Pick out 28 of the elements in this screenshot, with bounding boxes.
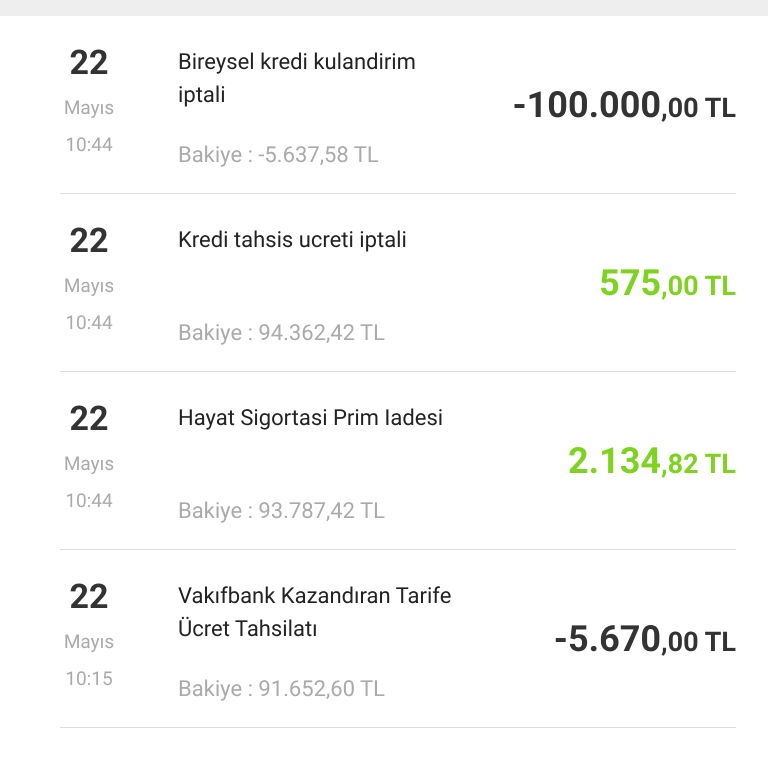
day-text: 22 <box>69 224 108 258</box>
amount-text: 2.134 <box>568 442 662 478</box>
day-text: 22 <box>69 402 108 436</box>
month-text: Mayıs <box>64 276 114 295</box>
month-text: Mayıs <box>64 632 114 651</box>
balance-text: Bakiye : 93.787,42 TL <box>178 501 386 523</box>
transaction-title: Bireysel kredi kulandirim iptali <box>178 49 417 110</box>
balance-text: Bakiye : 91.652,60 TL <box>178 679 386 701</box>
transaction-title: Hayat Sigortasi Prim Iadesi <box>178 405 444 433</box>
amount-text: -100.000 <box>512 86 662 122</box>
time-text: 10:44 <box>65 135 113 154</box>
balance-text: Bakiye : 94.362,42 TL <box>178 323 386 345</box>
day-text: 22 <box>69 46 108 80</box>
day-text: 22 <box>69 580 108 614</box>
balance-text: Bakiye : -5.637,58 TL <box>178 145 380 167</box>
amount-decimals-text: ,00 TL <box>661 94 736 122</box>
transaction-title: Vakıfbank Kazandıran Tarife Ücret Tahsilatı <box>178 583 452 644</box>
time-text: 10:44 <box>65 491 113 510</box>
month-text: Mayıs <box>64 98 114 117</box>
amount-decimals-text: ,00 TL <box>661 272 736 300</box>
amount-decimals-text: ,00 TL <box>661 628 736 656</box>
amount-text: 575 <box>599 264 662 300</box>
amount-text: -5.670 <box>554 620 662 656</box>
time-text: 10:15 <box>65 669 113 688</box>
time-text: 10:44 <box>65 313 113 332</box>
amount-decimals-text: ,82 TL <box>661 450 736 478</box>
transaction-title: Kredi tahsis ucreti iptali <box>178 227 408 255</box>
month-text: Mayıs <box>64 454 114 473</box>
